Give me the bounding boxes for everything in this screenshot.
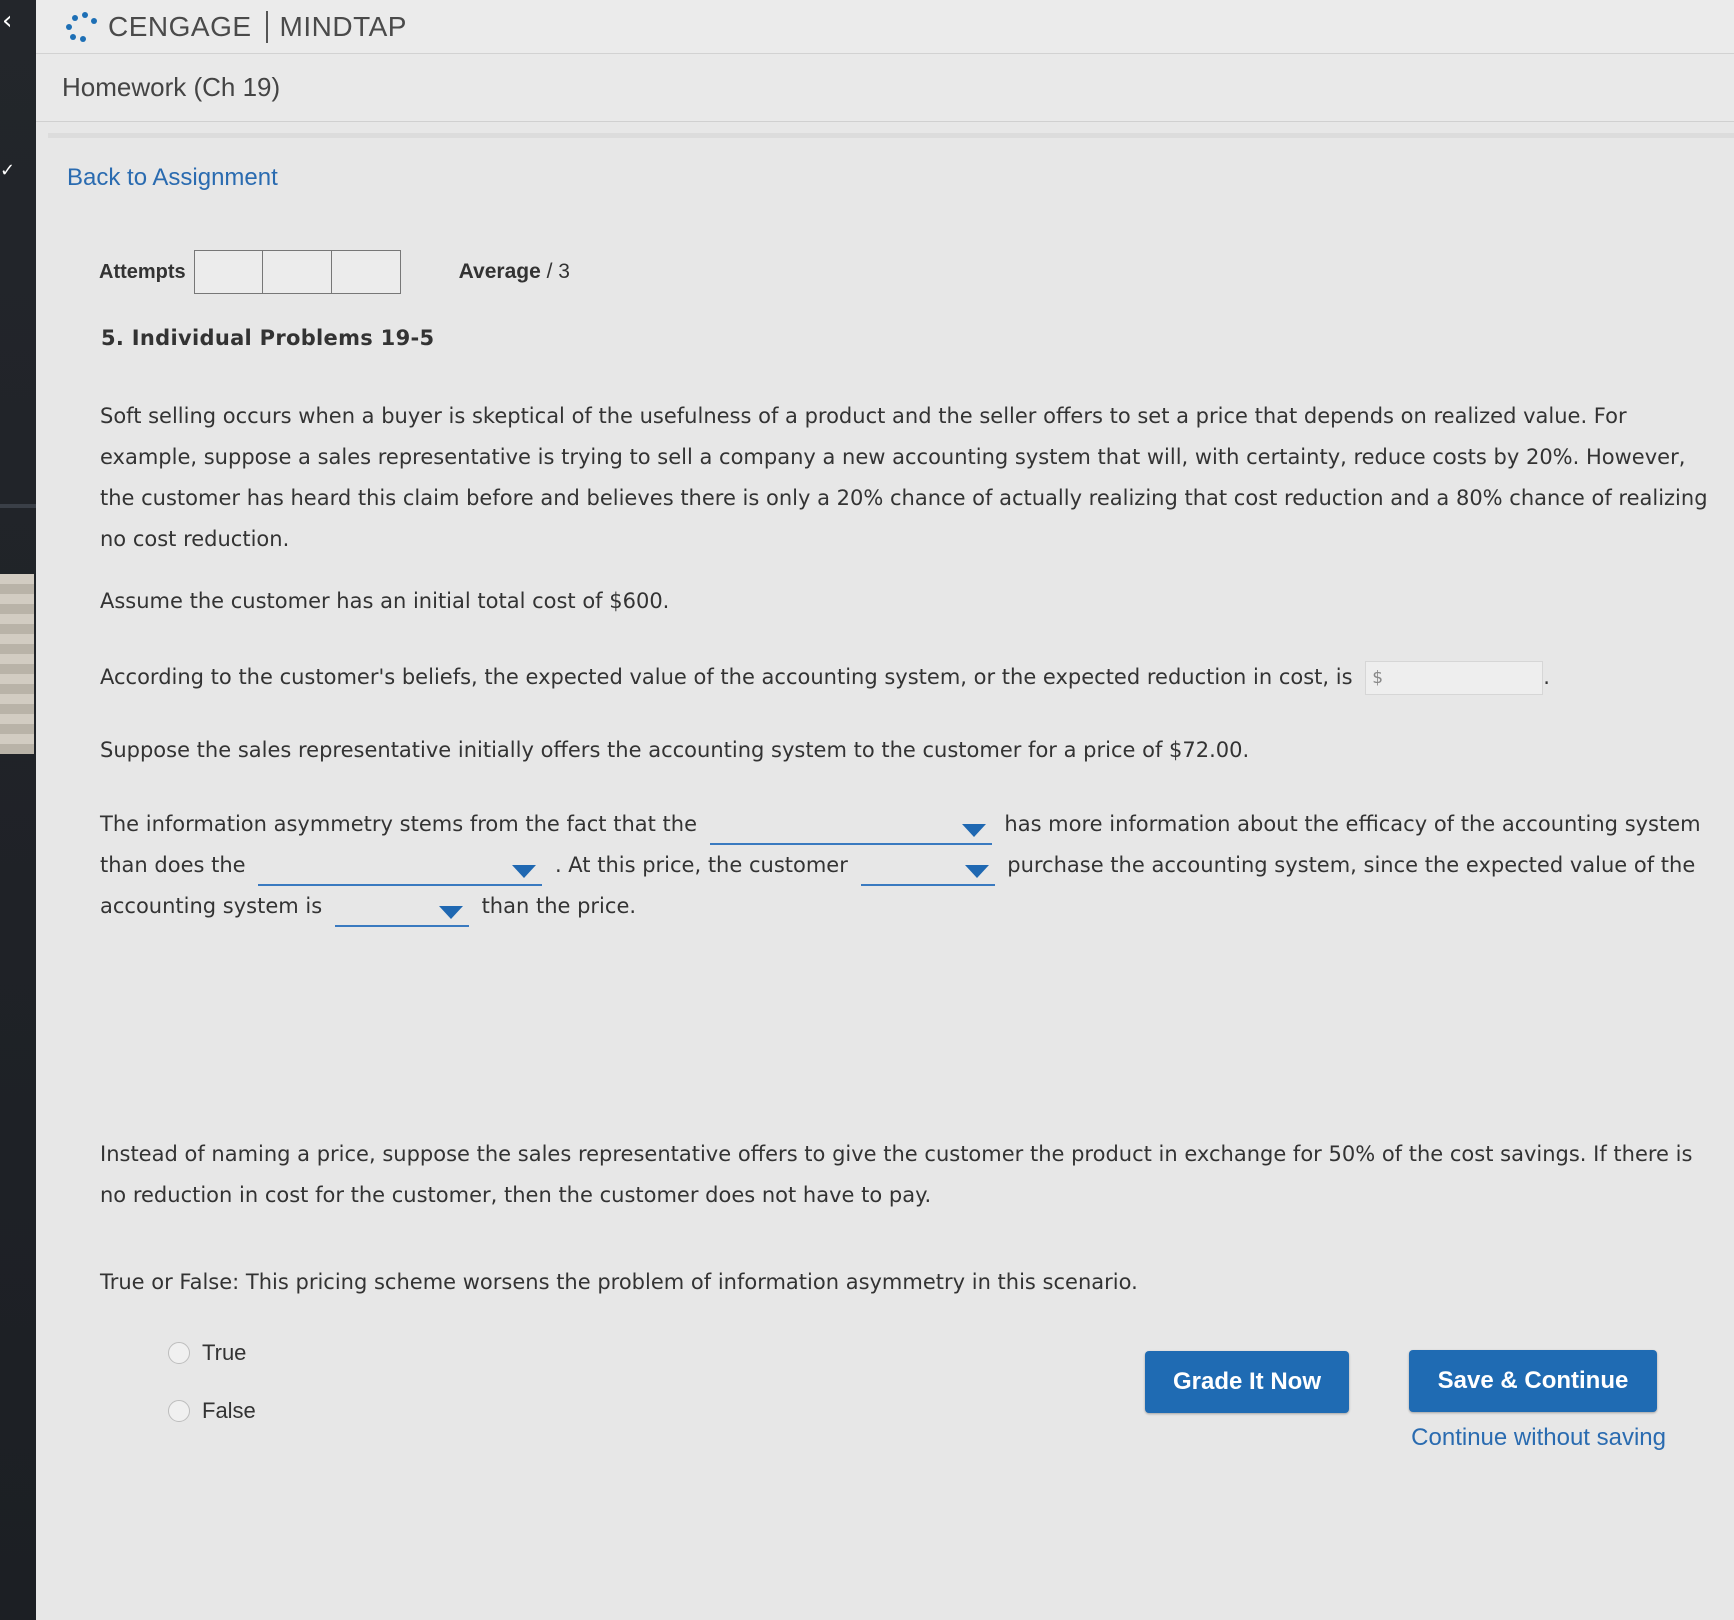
header-rule: [48, 122, 1734, 138]
product-name: MINDTAP: [279, 10, 407, 42]
assignment-header: Homework (Ch 19): [36, 54, 1734, 122]
uninformed-party-dropdown[interactable]: [258, 856, 543, 886]
rail-divider: [0, 504, 36, 508]
asymmetry-text-5: than the price.: [481, 894, 637, 918]
asymmetry-text-3: . At this price, the customer: [554, 853, 848, 877]
dropdown-arrow-icon: [961, 824, 986, 837]
question-title: 5. Individual Problems 19-5: [101, 326, 435, 350]
expected-value-prompt: According to the customer's beliefs, the…: [100, 665, 1353, 689]
check-mark-icon: ✓: [0, 160, 16, 181]
background-photo: [0, 574, 34, 754]
page-title: Homework (Ch 19): [62, 72, 281, 102]
dropdown-arrow-icon: [438, 906, 463, 919]
radio-button[interactable]: [168, 1400, 190, 1422]
expected-value-question: According to the customer's beliefs, the…: [100, 657, 1710, 698]
attempt-box: [193, 250, 263, 294]
attempt-box: [331, 250, 401, 294]
assume-paragraph: Assume the customer has an initial total…: [100, 589, 670, 613]
save-and-continue-button[interactable]: Save & Continue: [1409, 1350, 1657, 1412]
purchase-decision-dropdown[interactable]: [860, 856, 995, 886]
left-rail: ‹ ✓: [0, 0, 36, 1620]
average-score: Average / 3: [459, 260, 570, 284]
page: CENGAGE MINDTAP Homework (Ch 19) Back to…: [36, 0, 1734, 1620]
expected-value-suffix: .: [1543, 665, 1550, 689]
back-to-assignment-link[interactable]: Back to Assignment: [67, 164, 278, 192]
brand-name: CENGAGE: [108, 10, 252, 42]
cengage-logo-icon: [62, 10, 100, 44]
option-false[interactable]: False: [168, 1398, 256, 1424]
asymmetry-question: The information asymmetry stems from the…: [100, 804, 1710, 927]
option-true[interactable]: True: [168, 1340, 246, 1366]
option-label: False: [202, 1398, 256, 1423]
attempts-row: Attempts Average / 3: [99, 250, 570, 294]
top-bar: CENGAGE MINDTAP: [36, 0, 1734, 54]
brand-logo: CENGAGE MINDTAP: [62, 10, 407, 44]
attempt-box: [262, 250, 332, 294]
instead-paragraph: Instead of naming a price, suppose the s…: [100, 1142, 1693, 1207]
average-value: / 3: [546, 260, 570, 283]
chevron-left-icon[interactable]: ‹: [2, 6, 12, 36]
average-label: Average: [458, 260, 541, 283]
expected-value-input[interactable]: $: [1365, 661, 1544, 695]
radio-button[interactable]: [168, 1342, 190, 1364]
offer-paragraph: Suppose the sales representative initial…: [100, 738, 1250, 762]
dropdown-arrow-icon: [964, 865, 989, 878]
true-false-prompt: True or False: This pricing scheme worse…: [100, 1270, 1138, 1294]
grade-it-now-button[interactable]: Grade It Now: [1145, 1351, 1349, 1413]
value-comparison-dropdown[interactable]: [334, 897, 469, 927]
brand-divider: [265, 10, 268, 43]
intro-paragraph: Soft selling occurs when a buyer is skep…: [100, 404, 1708, 551]
continue-without-saving-link[interactable]: Continue without saving: [1411, 1424, 1666, 1452]
attempts-label: Attempts: [99, 260, 186, 283]
informed-party-dropdown[interactable]: [709, 815, 992, 845]
option-label: True: [202, 1340, 247, 1365]
asymmetry-text-1: The information asymmetry stems from the…: [100, 812, 698, 836]
dropdown-arrow-icon: [512, 865, 537, 878]
